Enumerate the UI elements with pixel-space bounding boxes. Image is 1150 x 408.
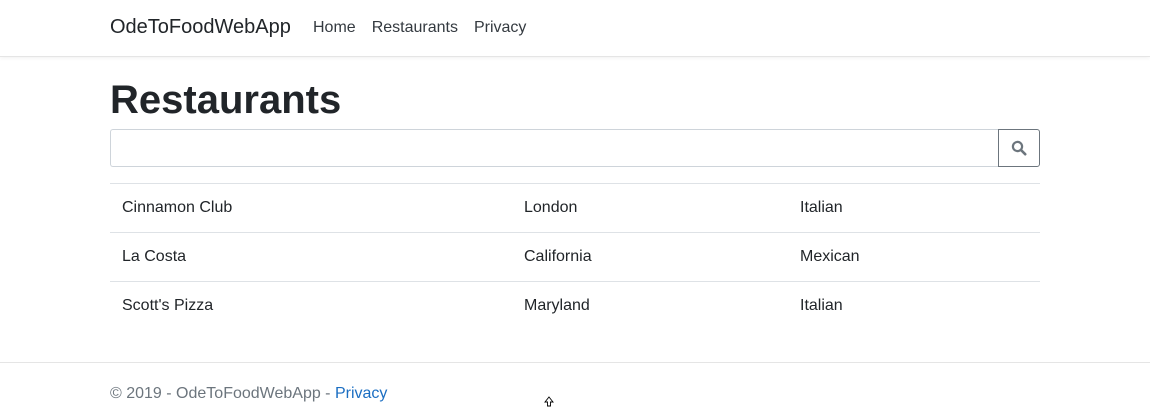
mouse-cursor-icon (544, 396, 554, 407)
restaurant-location: California (512, 232, 788, 282)
nav-link-home[interactable]: Home (313, 19, 356, 37)
navbar: OdeToFoodWebApp Home Restaurants Privacy (0, 0, 1150, 57)
restaurant-cuisine: Italian (788, 183, 1040, 233)
search-icon (1011, 140, 1027, 156)
restaurant-cuisine: Mexican (788, 232, 1040, 282)
restaurant-name: Cinnamon Club (110, 183, 512, 233)
search-input[interactable] (110, 129, 998, 167)
restaurant-cuisine: Italian (788, 281, 1040, 331)
search-group (110, 129, 1040, 167)
footer: © 2019 - OdeToFoodWebApp - Privacy (0, 362, 1150, 407)
brand-link[interactable]: OdeToFoodWebApp (110, 16, 291, 39)
footer-copyright: © 2019 - OdeToFoodWebApp - (110, 385, 335, 402)
nav-link-privacy[interactable]: Privacy (474, 19, 526, 37)
restaurants-table: Cinnamon Club London Italian La Costa Ca… (110, 183, 1040, 331)
footer-text: © 2019 - OdeToFoodWebApp - Privacy (110, 385, 387, 403)
nav-link-restaurants[interactable]: Restaurants (372, 19, 458, 37)
search-button[interactable] (998, 129, 1040, 167)
restaurant-location: London (512, 183, 788, 233)
table-row: Scott's Pizza Maryland Italian (110, 281, 1040, 331)
table-row: La Costa California Mexican (110, 232, 1040, 282)
footer-privacy-link[interactable]: Privacy (335, 385, 387, 402)
nav-links: Home Restaurants Privacy (313, 19, 542, 37)
restaurant-name: Scott's Pizza (110, 281, 512, 331)
restaurant-location: Maryland (512, 281, 788, 331)
table-row: Cinnamon Club London Italian (110, 183, 1040, 233)
restaurant-name: La Costa (110, 232, 512, 282)
page-title: Restaurants (110, 78, 342, 122)
